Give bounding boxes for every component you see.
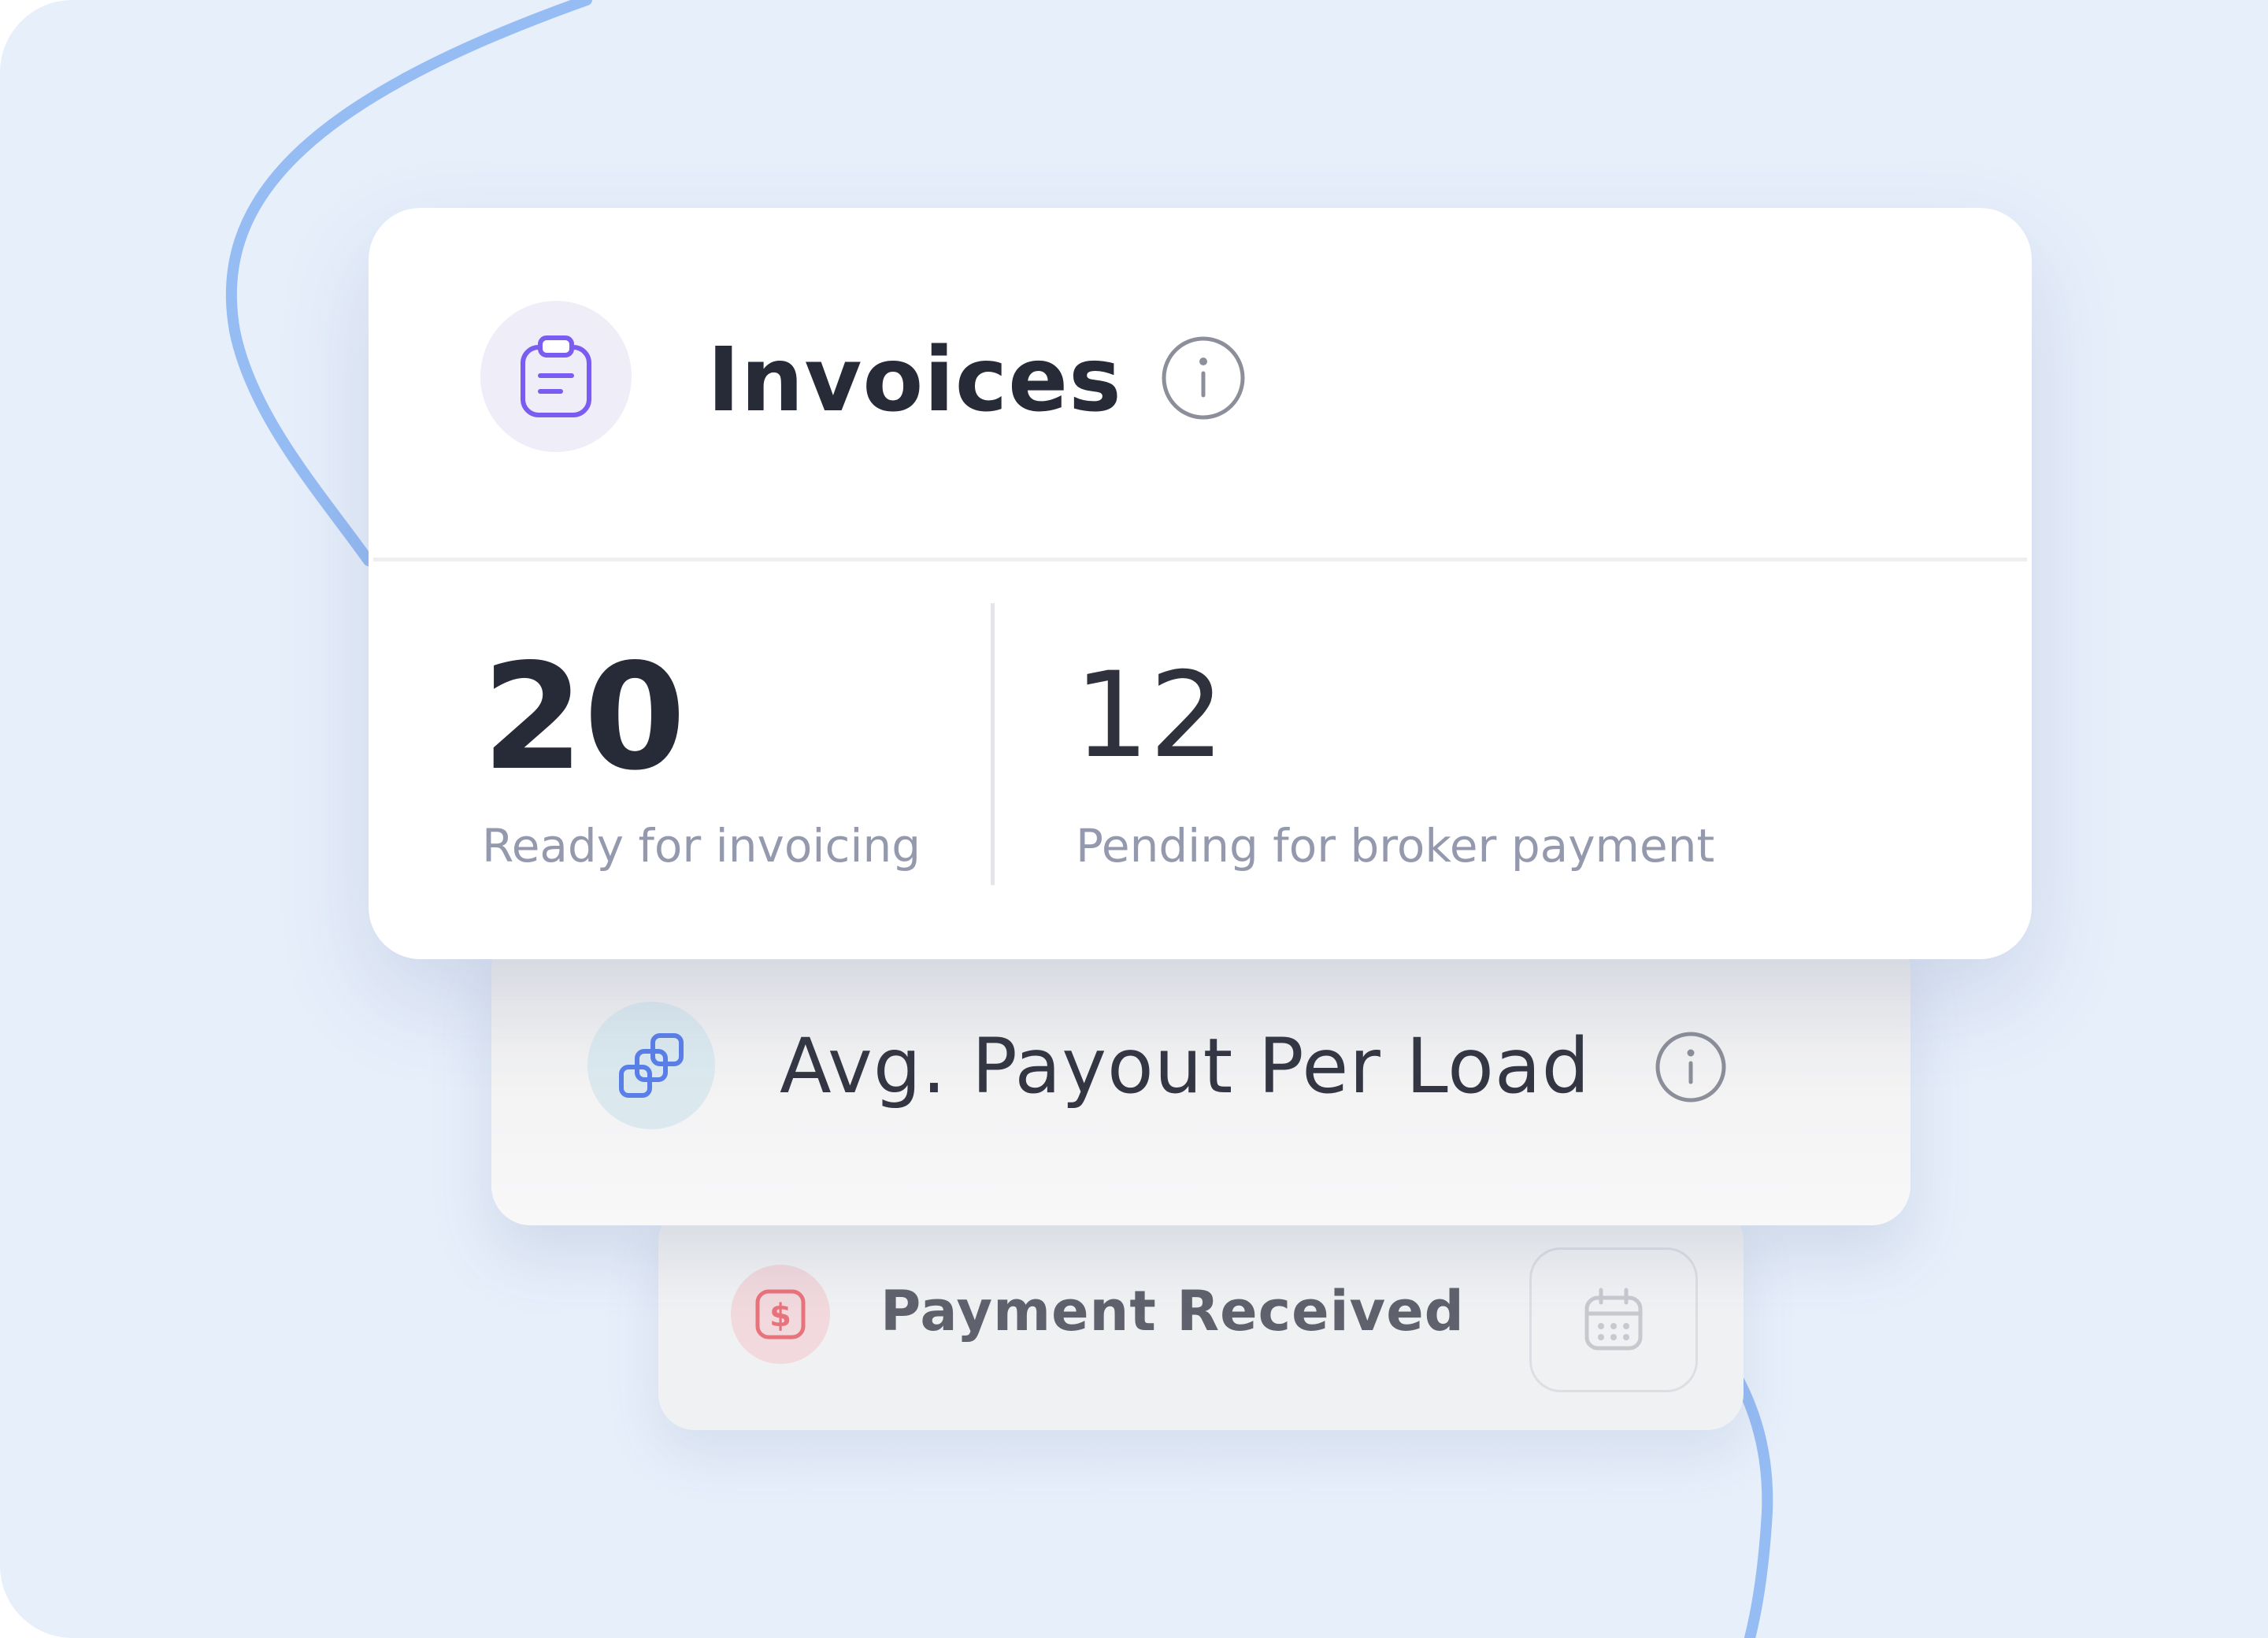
payout-icon-badge xyxy=(587,1002,715,1129)
stats-divider xyxy=(991,603,995,885)
avg-payout-title: Avg. Payout Per Load xyxy=(780,1022,1591,1110)
background-canvas: $ Payment Received Avg. Payout Per Load xyxy=(0,0,2268,1638)
ready-count: 20 xyxy=(482,632,686,802)
payout-info-button[interactable] xyxy=(1654,1030,1728,1107)
pending-count: 12 xyxy=(1074,647,1225,784)
clipboard-icon xyxy=(521,335,591,417)
invoices-info-button[interactable] xyxy=(1159,334,1247,425)
payment-received-title: Payment Received xyxy=(880,1279,1465,1343)
calendar-icon xyxy=(1584,1288,1643,1351)
invoices-title: Invoices xyxy=(707,329,1122,432)
info-icon xyxy=(1655,1032,1726,1102)
connected-squares-icon xyxy=(619,1033,684,1098)
invoices-icon-badge xyxy=(480,301,632,452)
header-divider xyxy=(373,558,2027,561)
pending-label: Pending for broker payment xyxy=(1076,819,1715,873)
dollar-icon: $ xyxy=(755,1289,806,1340)
payment-icon-badge: $ xyxy=(731,1265,830,1364)
ready-label: Ready for invoicing xyxy=(482,819,921,873)
calendar-button[interactable] xyxy=(1529,1247,1698,1392)
svg-text:$: $ xyxy=(769,1298,791,1334)
info-icon xyxy=(1162,336,1245,420)
